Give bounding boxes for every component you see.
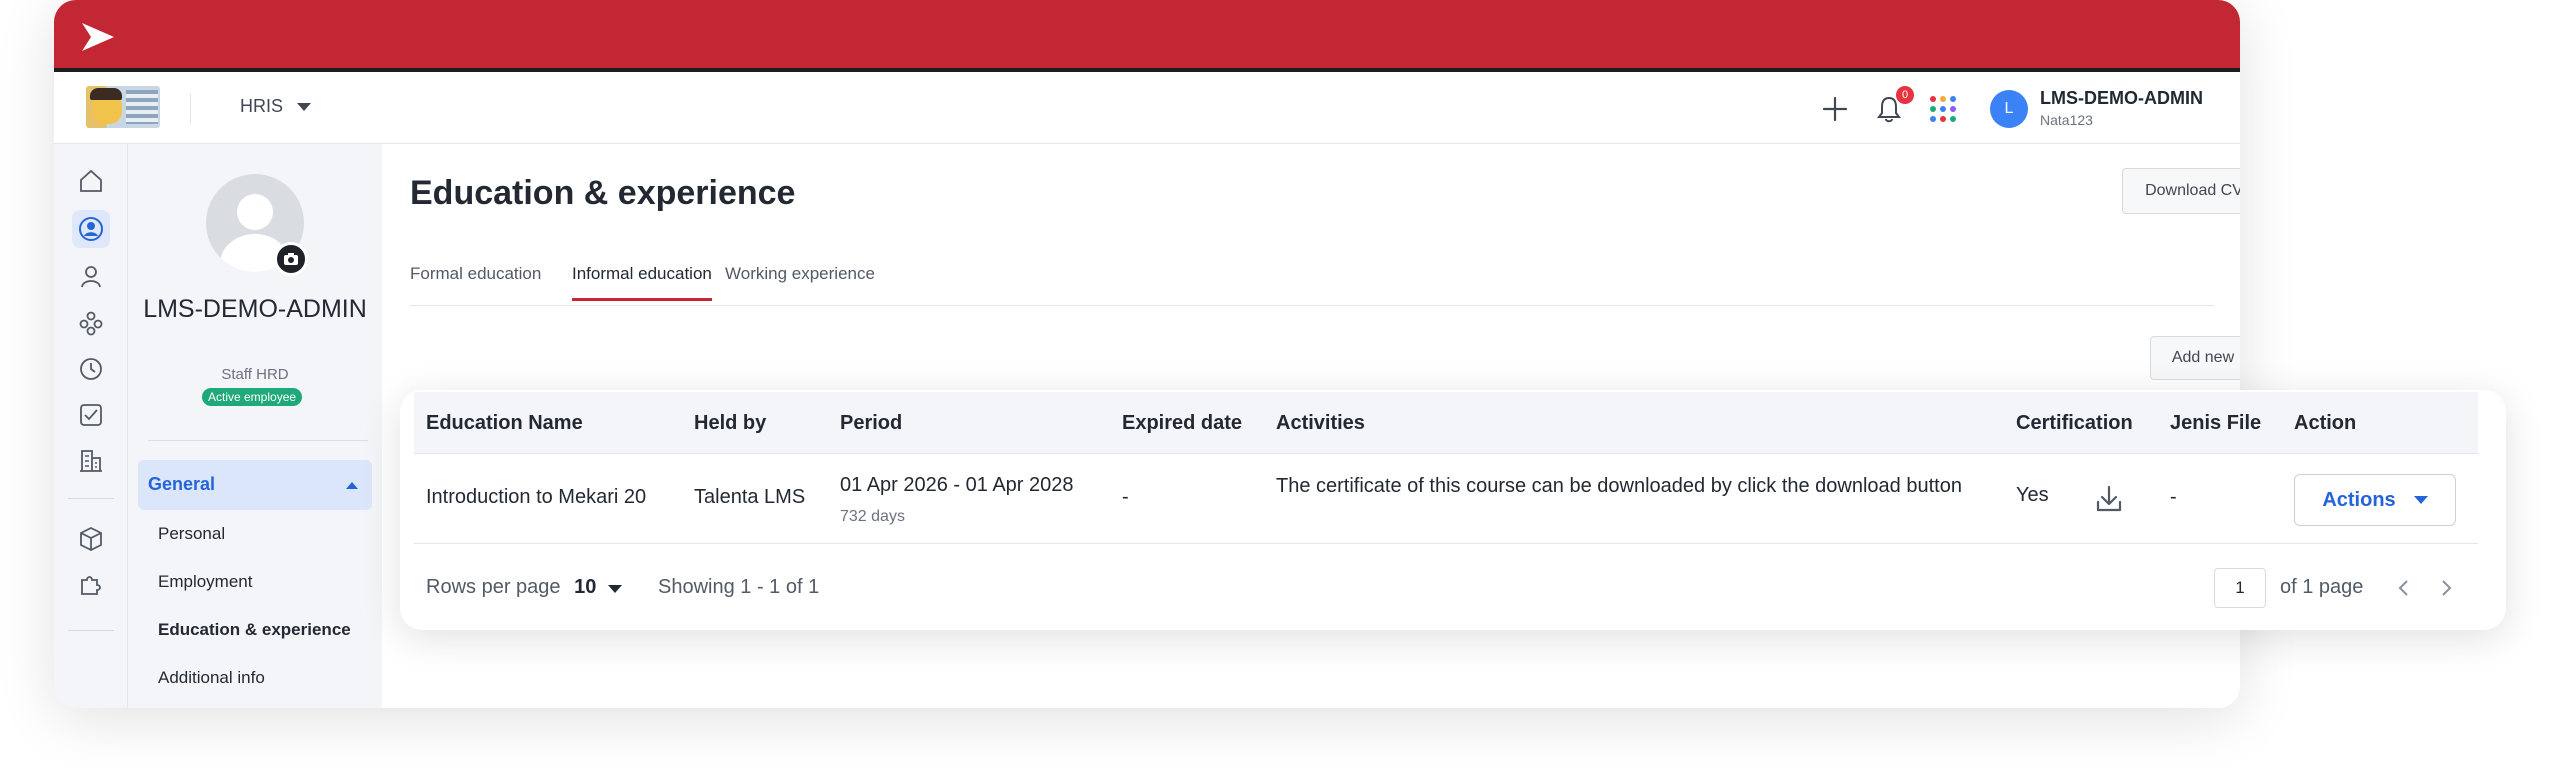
profile-panel: LMS-DEMO-ADMIN Staff HRD Active employee…: [128, 144, 382, 708]
cell-education-name: Introduction to Mekari 20: [426, 486, 647, 508]
plus-icon[interactable]: [1818, 92, 1852, 126]
home-icon: [80, 169, 102, 192]
page-number-input[interactable]: 1: [2214, 568, 2266, 608]
profile-role: Staff HRD: [221, 366, 289, 383]
menu-item-education[interactable]: Education & experience: [158, 620, 351, 640]
menu-item-additional-info[interactable]: Additional info: [158, 668, 265, 688]
cell-period: 01 Apr 2026 - 01 Apr 2028: [840, 474, 1074, 496]
chevron-right-icon[interactable]: [2434, 576, 2458, 600]
column-header: Action: [2294, 412, 2357, 434]
profile-divider: [148, 440, 368, 441]
education-table-card: Education Name Held by Period Expired da…: [400, 390, 2506, 630]
cell-jenis-file: -: [2170, 486, 2177, 508]
cell-period-days: 732 days: [840, 508, 905, 525]
rail-item-company[interactable]: [72, 442, 110, 480]
tab-informal-education[interactable]: Informal education: [572, 264, 712, 301]
rail-item-home[interactable]: [72, 162, 110, 200]
clock-icon: [80, 358, 102, 380]
column-header: Expired date: [1122, 412, 1243, 434]
rail-item-organization[interactable]: [72, 304, 110, 342]
menu-group-general[interactable]: General: [138, 460, 372, 510]
column-header: Period: [840, 412, 903, 434]
user-circle-icon: [79, 217, 103, 241]
page-total: of 1 page: [2280, 576, 2364, 598]
play-logo-icon[interactable]: [78, 20, 118, 54]
column-header: Jenis File: [2170, 412, 2262, 434]
puzzle-icon: [81, 576, 101, 595]
user-username: Nata123: [2040, 112, 2093, 128]
tab-bar: Formal education Informal education Work…: [410, 264, 2214, 306]
rail-item-profile[interactable]: [72, 210, 110, 248]
rows-per-page: Rows per page 10: [426, 576, 622, 599]
showing-count: Showing 1 - 1 of 1: [658, 576, 820, 598]
cell-certification: Yes: [2016, 484, 2049, 506]
module-label: HRIS: [240, 96, 284, 116]
download-icon[interactable]: [2092, 482, 2126, 516]
download-cv-button[interactable]: Download CV: [2122, 168, 2240, 214]
apps-grid-icon[interactable]: [1926, 92, 1960, 126]
actions-label: Actions: [2322, 488, 2396, 511]
rows-per-page-label: Rows per page: [426, 576, 561, 598]
column-header: Held by: [694, 412, 767, 434]
cell-activities: The certificate of this course can be do…: [1276, 475, 1962, 497]
tab-formal-education[interactable]: Formal education: [410, 264, 541, 298]
chevron-left-icon[interactable]: [2392, 576, 2416, 600]
menu-item-personal[interactable]: Personal: [158, 524, 225, 544]
chevron-up-icon: [346, 482, 358, 489]
column-header: Activities: [1276, 412, 1365, 434]
rail-item-time[interactable]: [72, 350, 110, 388]
table-header: Education Name Held by Period Expired da…: [414, 392, 2478, 454]
menu-item-employment[interactable]: Employment: [158, 572, 252, 592]
building-icon: [80, 450, 102, 472]
person-icon: [81, 266, 101, 288]
chevron-down-icon: [297, 102, 312, 111]
chevron-down-icon[interactable]: [607, 585, 622, 593]
rail-divider: [68, 498, 114, 499]
rows-per-page-select[interactable]: 10: [574, 576, 596, 598]
rail-item-apps[interactable]: [72, 520, 110, 558]
avatar[interactable]: L: [1990, 90, 2028, 128]
page-title: Education & experience: [410, 174, 796, 212]
top-navigation: HRIS 0 L LMS-DEMO-ADMIN Nata123: [54, 74, 2240, 144]
notification-badge: 0: [1896, 86, 1914, 104]
column-header: Education Name: [426, 412, 583, 434]
company-logo[interactable]: [86, 86, 160, 128]
cell-held-by: Talenta LMS: [694, 486, 806, 508]
rail-divider: [68, 630, 114, 631]
sidebar-rail: [54, 144, 128, 708]
add-new-button[interactable]: Add new: [2150, 336, 2240, 380]
cube-icon: [80, 526, 102, 552]
tab-working-experience[interactable]: Working experience: [725, 264, 875, 298]
chevron-down-icon: [2413, 496, 2428, 504]
actions-dropdown-button[interactable]: Actions: [2294, 474, 2456, 526]
rail-item-tasks[interactable]: [72, 396, 110, 434]
status-badge: Active employee: [202, 388, 303, 406]
rail-item-integrations[interactable]: [72, 564, 110, 602]
nav-divider: [190, 94, 191, 124]
checklist-icon: [80, 404, 102, 426]
module-selector[interactable]: HRIS: [240, 96, 312, 117]
cell-expired-date: -: [1122, 486, 1129, 508]
rail-item-employees[interactable]: [72, 258, 110, 296]
org-icon: [79, 311, 103, 336]
column-header: Certification: [2016, 412, 2133, 434]
table-row: Introduction to Mekari 20 Talenta LMS 01…: [414, 454, 2478, 544]
app-titlebar: [54, 0, 2240, 72]
profile-name: LMS-DEMO-ADMIN: [143, 295, 367, 323]
menu-group-label: General: [148, 474, 216, 494]
camera-icon[interactable]: [274, 242, 308, 276]
user-name[interactable]: LMS-DEMO-ADMIN: [2040, 88, 2203, 109]
